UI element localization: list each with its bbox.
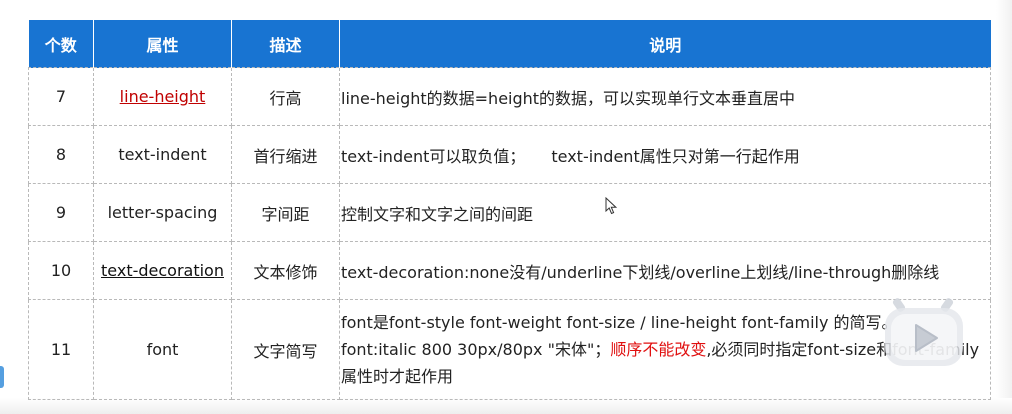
table-row: 8 text-indent 首行缩进 text-indent可以取负值； text… [28,125,991,184]
cell-property: line-height [93,67,232,126]
table-row: 9 letter-spacing 字间距 控制文字和文字之间的间距 [28,183,991,242]
table-row: 11 font 文字简写 font是font-style font-weight… [28,299,991,400]
emphasis-text: 顺序不能改变 [610,340,707,359]
cell-number: 10 [28,241,94,300]
right-edge-shadow [996,0,1012,414]
cell-property: text-decoration [93,241,232,300]
play-button-icon[interactable] [881,294,967,370]
table-row: 10 text-decoration 文本修饰 text-decoration:… [28,241,991,300]
explanation-part-2: text-indent属性只对第一行起作用 [551,146,800,166]
mouse-pointer-icon [605,197,617,215]
cell-property: letter-spacing [93,183,232,242]
explanation-part-1: text-indent可以取负值； [341,146,526,166]
header-count: 个数 [28,20,94,68]
cell-number: 11 [28,299,94,400]
explanation-line-2-start: font:italic 800 30px/80px "宋体"； [341,340,611,359]
cell-property: font [93,299,232,400]
cell-number: 9 [28,183,94,242]
table-row: 7 line-height 行高 line-height的数据=height的数… [28,67,991,126]
cell-number: 7 [28,67,94,126]
cell-explanation: text-indent可以取负值； text-indent属性只对第一行起作用 [339,125,991,184]
cell-explanation: text-decoration:none没有/underline下划线/over… [339,241,991,300]
cell-explanation: line-height的数据=height的数据，可以实现单行文本垂直居中 [339,67,991,126]
bottom-edge-shadow [0,398,1012,414]
cell-property: text-indent [93,125,232,184]
cell-description: 行高 [231,67,340,126]
css-text-properties-table: 个数 属性 描述 说明 7 line-height 行高 line-height… [28,20,991,400]
cell-description: 文本修饰 [231,241,340,300]
property-link-text-decoration[interactable]: text-decoration [101,261,224,280]
cell-description: 文字简写 [231,299,340,400]
header-description: 描述 [231,20,340,68]
header-explanation: 说明 [339,20,991,68]
header-property: 属性 [93,20,232,68]
property-link-line-height[interactable]: line-height [120,87,206,106]
cell-number: 8 [28,125,94,184]
cell-explanation: 控制文字和文字之间的间距 [339,183,991,242]
left-edge-marker [0,366,4,388]
table-header-row: 个数 属性 描述 说明 [28,20,991,68]
cell-description: 首行缩进 [231,125,340,184]
cell-description: 字间距 [231,183,340,242]
document-page: 个数 属性 描述 说明 7 line-height 行高 line-height… [0,0,1012,414]
